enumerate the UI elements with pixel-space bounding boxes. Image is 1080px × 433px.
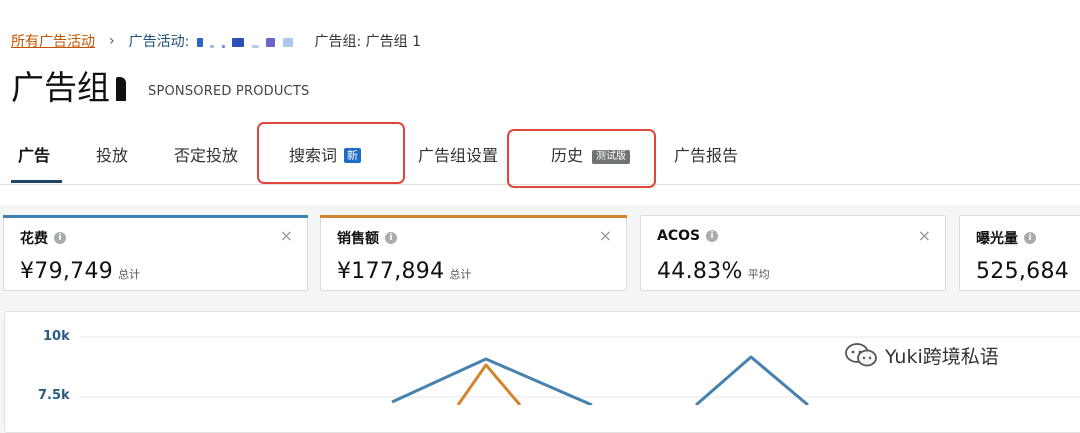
breadcrumb-separator: › [109, 33, 115, 49]
close-icon[interactable]: × [918, 226, 931, 245]
metric-value: 525,684 [976, 259, 1069, 284]
tab-ad-group-settings-label: 广告组设置 [418, 146, 499, 165]
tab-ads[interactable]: 广告 [18, 128, 50, 186]
tab-ads-label: 广告 [18, 146, 51, 165]
metric-unit: 总计 [118, 268, 141, 281]
chart-panel [4, 311, 1080, 433]
highlight-box-history [507, 129, 656, 188]
active-tab-indicator [11, 180, 62, 183]
info-icon[interactable]: i [385, 232, 397, 244]
metric-value-text: 525,684 [976, 259, 1070, 284]
watermark-text: Yuki跨境私语 [885, 345, 999, 368]
metric-label-text: 销售额 [337, 231, 379, 247]
y-tick-label: 10k [43, 329, 70, 344]
watermark: Yuki跨境私语 [843, 341, 999, 369]
y-tick-label: 7.5k [38, 388, 70, 403]
close-icon[interactable]: × [599, 226, 612, 245]
metric-value-text: ¥177,894 [337, 259, 445, 284]
redacted-campaign-name [210, 44, 215, 48]
card-accent-bar [320, 215, 627, 218]
tab-negative-targeting[interactable]: 否定投放 [174, 128, 238, 186]
breadcrumb-campaign-label: 广告活动: [128, 34, 190, 50]
page-subtitle: SPONSORED PRODUCTS [148, 84, 310, 99]
metric-value: ¥79,749 总计 [20, 259, 140, 284]
metric-card-impressions[interactable]: 曝光量 i 525,684 [959, 215, 1080, 291]
breadcrumb-ad-group: 广告组: 广告组 1 [314, 34, 422, 50]
metric-card-sales[interactable]: 销售额 i × ¥177,894 总计 [320, 215, 627, 291]
highlight-box-search-terms [257, 122, 405, 184]
page-header: 所有广告活动 › 广告活动: 广告组: 广告组 1 广告组 SPONSORED … [0, 0, 1080, 205]
truncated-title-glyph [116, 77, 126, 101]
metric-label: 花费 i [20, 228, 66, 248]
metric-label: 曝光量 i [976, 228, 1036, 248]
metric-label: ACOS i [657, 228, 719, 244]
redacted-campaign-name [221, 44, 225, 48]
metric-label-text: 花费 [20, 231, 48, 247]
metric-value: ¥177,894 总计 [337, 259, 471, 284]
page-title: 广告组 [11, 68, 110, 107]
info-icon[interactable]: i [54, 232, 66, 244]
breadcrumb: 所有广告活动 › 广告活动: 广告组: 广告组 1 [11, 31, 421, 51]
breadcrumb-campaign[interactable]: 广告活动: [129, 31, 293, 51]
metric-card-spend[interactable]: 花费 i × ¥79,749 总计 [3, 215, 308, 291]
tab-targeting-label: 投放 [96, 146, 129, 165]
metric-unit: 总计 [449, 268, 472, 281]
page-title-row: 广告组 SPONSORED PRODUCTS [11, 66, 309, 110]
tab-targeting[interactable]: 投放 [96, 128, 128, 186]
redacted-campaign-name [282, 37, 293, 47]
metric-value: 44.83% 平均 [657, 259, 770, 284]
breadcrumb-all-campaigns[interactable]: 所有广告活动 [11, 31, 95, 51]
redacted-campaign-name [266, 37, 276, 47]
metric-label: 销售额 i [337, 228, 397, 248]
tab-ad-reports[interactable]: 广告报告 [674, 128, 738, 186]
redacted-campaign-name [251, 44, 259, 48]
tab-negative-targeting-label: 否定投放 [174, 146, 239, 165]
metric-value-text: 44.83% [657, 259, 743, 284]
close-icon[interactable]: × [280, 226, 293, 245]
metric-unit: 平均 [747, 268, 770, 281]
wechat-icon [845, 343, 877, 367]
redacted-campaign-name [196, 37, 203, 47]
info-icon[interactable]: i [1024, 232, 1036, 244]
card-accent-bar [3, 215, 308, 218]
metric-label-text: ACOS [657, 228, 701, 244]
tab-ad-group-settings[interactable]: 广告组设置 [418, 128, 498, 186]
metric-label-text: 曝光量 [976, 231, 1018, 247]
redacted-campaign-name [232, 37, 245, 47]
tab-ad-reports-label: 广告报告 [674, 146, 739, 165]
info-icon[interactable]: i [706, 230, 719, 242]
metric-value-text: ¥79,749 [20, 259, 114, 284]
metric-card-acos[interactable]: ACOS i × 44.83% 平均 [640, 215, 946, 291]
